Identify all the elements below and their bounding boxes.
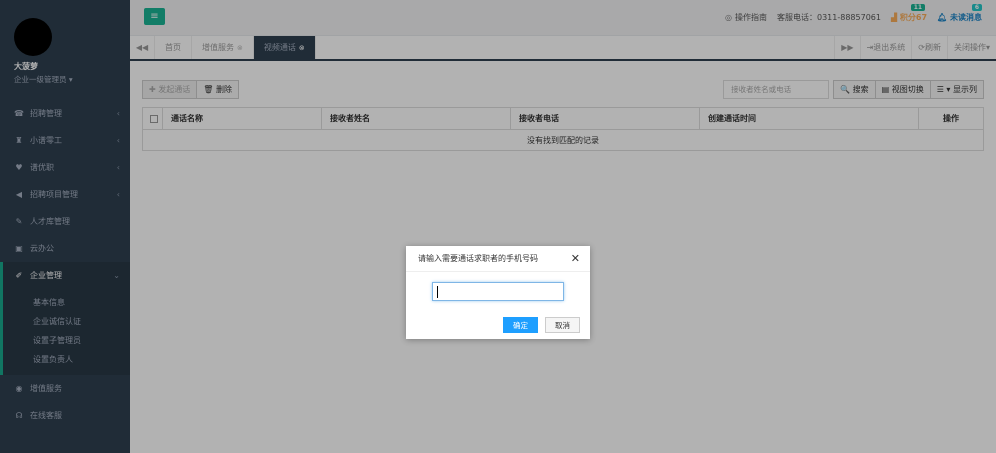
dialog-title: 请输入需要通话求职者的手机号码	[406, 246, 590, 272]
close-icon[interactable]: ✕	[571, 252, 580, 265]
modal-backdrop[interactable]	[0, 0, 996, 453]
text-cursor	[437, 286, 438, 298]
phone-input-dialog: 请输入需要通话求职者的手机号码 ✕ 确定 取消	[406, 246, 590, 339]
cancel-button[interactable]: 取消	[545, 317, 580, 333]
confirm-button[interactable]: 确定	[503, 317, 538, 333]
dialog-actions: 确定 取消	[503, 317, 580, 333]
phone-number-input[interactable]	[432, 282, 564, 301]
